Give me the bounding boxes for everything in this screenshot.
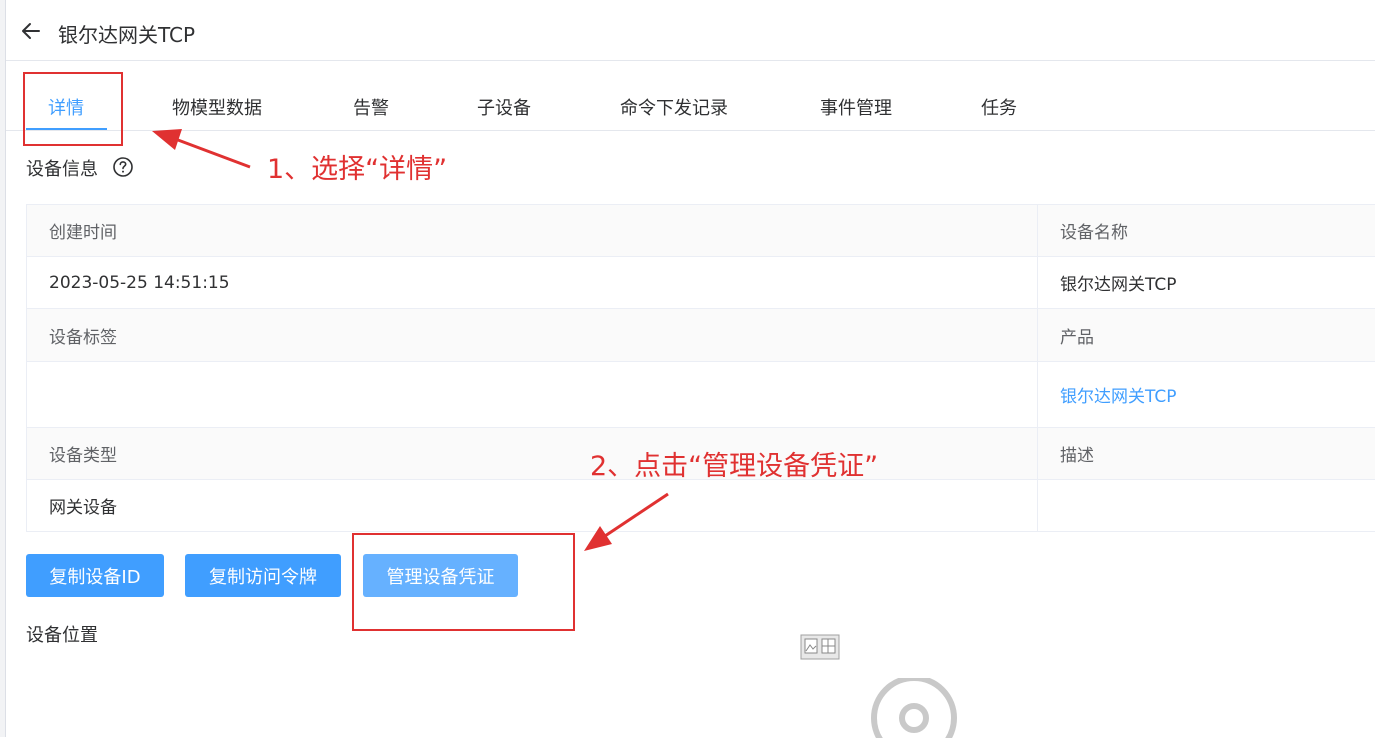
value-device-name: 银尔达网关TCP [1038, 257, 1375, 309]
annotation-arrow-1 [152, 129, 250, 167]
tab-command-records[interactable]: 命令下发记录 [620, 94, 728, 120]
label-device-name: 设备名称 [1038, 205, 1375, 257]
broken-image-icon [800, 634, 840, 660]
table-row: 设备标签 产品 [27, 309, 1375, 362]
annotation-highlight-details-tab [23, 72, 123, 146]
table-row: 2023-05-25 14:51:15 银尔达网关TCP [27, 257, 1375, 309]
label-device-tags: 设备标签 [27, 309, 1038, 362]
table-row: 银尔达网关TCP [27, 362, 1375, 428]
loading-circle-icon [870, 678, 960, 738]
tab-model-data[interactable]: 物模型数据 [172, 94, 262, 120]
copy-access-token-button[interactable]: 复制访问令牌 [185, 554, 341, 597]
section-title-device-info: 设备信息 [26, 155, 98, 181]
value-device-tags [27, 362, 1038, 428]
product-link[interactable]: 银尔达网关TCP [1060, 387, 1177, 407]
value-device-type: 网关设备 [27, 480, 1038, 532]
tab-event-management[interactable]: 事件管理 [820, 94, 892, 120]
label-description: 描述 [1038, 428, 1375, 480]
question-circle-icon[interactable] [111, 155, 135, 179]
annotation-step-1: 1、选择“详情” [267, 147, 447, 186]
tab-alarms[interactable]: 告警 [353, 94, 389, 120]
annotation-step-2: 2、点击“管理设备凭证” [590, 444, 878, 483]
copy-device-id-button[interactable]: 复制设备ID [26, 554, 164, 597]
label-created-time: 创建时间 [27, 205, 1038, 257]
page-title: 银尔达网关TCP [58, 19, 195, 48]
value-description [1038, 480, 1375, 532]
table-row: 创建时间 设备名称 [27, 205, 1375, 257]
tab-bar: 详情 物模型数据 告警 子设备 命令下发记录 事件管理 任务 [6, 80, 1375, 131]
tab-sub-devices[interactable]: 子设备 [477, 94, 531, 120]
page-header: 银尔达网关TCP [6, 0, 1375, 61]
tab-tasks[interactable]: 任务 [981, 94, 1017, 120]
value-created-time: 2023-05-25 14:51:15 [27, 257, 1038, 309]
table-row: 网关设备 [27, 480, 1375, 532]
section-title-device-location: 设备位置 [26, 621, 98, 647]
label-device-type: 设备类型 [27, 428, 1038, 480]
arrow-left-icon[interactable] [20, 20, 42, 42]
label-product: 产品 [1038, 309, 1375, 362]
annotation-highlight-manage-credentials [352, 533, 575, 631]
